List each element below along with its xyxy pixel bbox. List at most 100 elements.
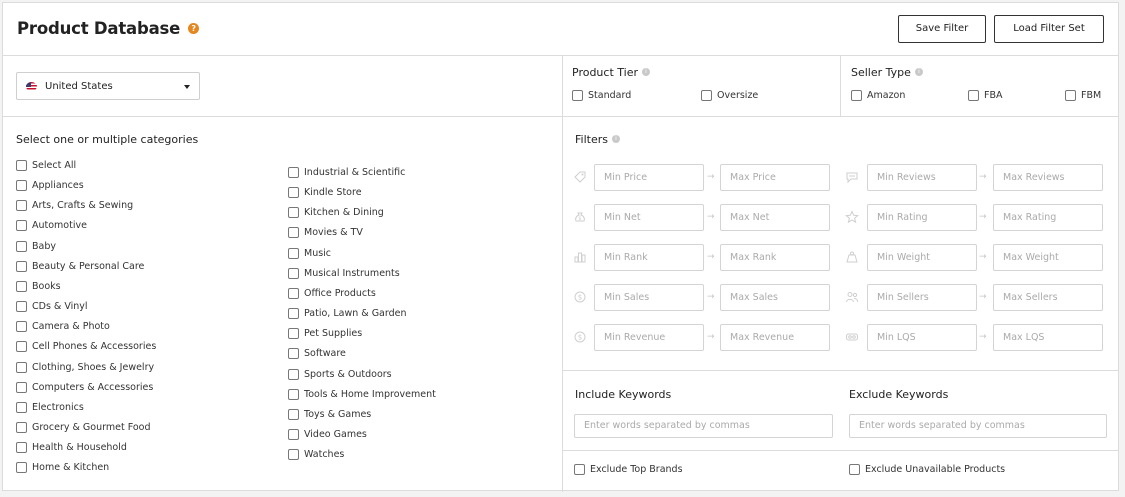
max-net-input[interactable]: Max Net: [720, 204, 830, 231]
info-icon[interactable]: i: [914, 68, 923, 76]
category-checkbox-industrial-and-scientific[interactable]: Industrial & Scientific: [288, 167, 405, 178]
checkbox-box[interactable]: [288, 207, 299, 219]
min-price-input[interactable]: Min Price: [594, 164, 704, 191]
max-rank-input[interactable]: Max Rank: [720, 244, 830, 271]
min-sellers-input[interactable]: Min Sellers: [867, 284, 977, 311]
checkbox-box[interactable]: [574, 464, 585, 475]
category-checkbox-kindle-store[interactable]: Kindle Store: [288, 187, 362, 199]
checkbox-box[interactable]: [16, 160, 27, 171]
marketplace-select[interactable]: United States: [16, 72, 200, 100]
category-checkbox-sports-and-outdoors[interactable]: Sports & Outdoors: [288, 368, 392, 380]
checkbox-box[interactable]: [849, 464, 860, 475]
exclude-top-brands-checkbox[interactable]: Exclude Top Brands: [574, 464, 683, 475]
min-sales-input[interactable]: Min Sales: [594, 284, 704, 311]
checkbox-box[interactable]: [288, 388, 299, 400]
checkbox-box[interactable]: [288, 308, 299, 320]
max-revenue-input[interactable]: Max Revenue: [720, 324, 830, 351]
category-checkbox-tools-and-home-improvement[interactable]: Tools & Home Improvement: [288, 388, 436, 400]
checkbox-box[interactable]: [288, 247, 299, 259]
category-checkbox-software[interactable]: Software: [288, 348, 346, 360]
category-checkbox-arts-crafts-and-sewing[interactable]: Arts, Crafts & Sewing: [16, 200, 133, 212]
checkbox-box[interactable]: [16, 381, 27, 393]
checkbox-box[interactable]: [288, 348, 299, 360]
category-checkbox-clothing-shoes-and-jewelry[interactable]: Clothing, Shoes & Jewelry: [16, 361, 154, 373]
checkbox-box[interactable]: [288, 368, 299, 380]
exclude-keywords-input[interactable]: Enter words separated by commas: [849, 414, 1107, 438]
checkbox-box[interactable]: [851, 90, 862, 101]
checkbox-box[interactable]: [288, 267, 299, 279]
checkbox-box[interactable]: [288, 449, 299, 461]
checkbox-box[interactable]: [1065, 90, 1076, 101]
category-checkbox-patio-lawn-and-garden[interactable]: Patio, Lawn & Garden: [288, 308, 407, 320]
exclude-unavailable-checkbox[interactable]: Exclude Unavailable Products: [849, 464, 1005, 475]
max-sales-input[interactable]: Max Sales: [720, 284, 830, 311]
checkbox-box[interactable]: [288, 167, 299, 178]
checkbox-box[interactable]: [288, 287, 299, 299]
checkbox-box[interactable]: [16, 421, 27, 433]
checkbox-box[interactable]: [288, 408, 299, 420]
category-checkbox-watches[interactable]: Watches: [288, 449, 344, 461]
checkbox-box[interactable]: [16, 462, 27, 474]
min-net-input[interactable]: Min Net: [594, 204, 704, 231]
checkbox-box[interactable]: [16, 361, 27, 373]
category-checkbox-beauty-and-personal-care[interactable]: Beauty & Personal Care: [16, 260, 144, 272]
checkbox-box[interactable]: [16, 401, 27, 413]
seller-fba-checkbox[interactable]: FBA: [968, 90, 1002, 101]
checkbox-box[interactable]: [968, 90, 979, 101]
seller-amazon-checkbox[interactable]: Amazon: [851, 90, 905, 101]
category-checkbox-video-games[interactable]: Video Games: [288, 428, 367, 440]
category-checkbox-office-products[interactable]: Office Products: [288, 287, 376, 299]
category-checkbox-toys-and-games[interactable]: Toys & Games: [288, 408, 371, 420]
min-rating-input[interactable]: Min Rating: [867, 204, 977, 231]
include-keywords-input[interactable]: Enter words separated by commas: [574, 414, 833, 438]
max-price-input[interactable]: Max Price: [720, 164, 830, 191]
checkbox-box[interactable]: [16, 220, 27, 232]
checkbox-box[interactable]: [16, 301, 27, 313]
checkbox-box[interactable]: [288, 227, 299, 239]
checkbox-box[interactable]: [16, 341, 27, 353]
category-checkbox-musical-instruments[interactable]: Musical Instruments: [288, 267, 400, 279]
max-rating-input[interactable]: Max Rating: [993, 204, 1103, 231]
category-checkbox-appliances[interactable]: Appliances: [16, 180, 84, 192]
checkbox-box[interactable]: [288, 428, 299, 440]
tier-oversize-checkbox[interactable]: Oversize: [701, 90, 758, 101]
category-checkbox-cds-and-vinyl[interactable]: CDs & Vinyl: [16, 301, 88, 313]
category-checkbox-books[interactable]: Books: [16, 280, 61, 292]
checkbox-box[interactable]: [16, 200, 27, 212]
checkbox-box[interactable]: [16, 321, 27, 333]
category-checkbox-kitchen-and-dining[interactable]: Kitchen & Dining: [288, 207, 384, 219]
category-checkbox-baby[interactable]: Baby: [16, 240, 56, 252]
min-rank-input[interactable]: Min Rank: [594, 244, 704, 271]
category-checkbox-electronics[interactable]: Electronics: [16, 401, 84, 413]
seller-fbm-checkbox[interactable]: FBM: [1065, 90, 1101, 101]
checkbox-box[interactable]: [16, 180, 27, 192]
category-checkbox-music[interactable]: Music: [288, 247, 331, 259]
info-icon[interactable]: i: [642, 68, 650, 76]
max-lqs-input[interactable]: Max LQS: [993, 324, 1103, 351]
min-weight-input[interactable]: Min Weight: [867, 244, 977, 271]
tier-standard-checkbox[interactable]: Standard: [572, 90, 631, 101]
category-checkbox-automotive[interactable]: Automotive: [16, 220, 87, 232]
category-checkbox-computers-and-accessories[interactable]: Computers & Accessories: [16, 381, 153, 393]
checkbox-box[interactable]: [288, 187, 299, 199]
category-checkbox-pet-supplies[interactable]: Pet Supplies: [288, 328, 362, 340]
load-filter-set-button[interactable]: Load Filter Set: [994, 15, 1104, 43]
category-checkbox-movies-and-tv[interactable]: Movies & TV: [288, 227, 363, 239]
checkbox-box[interactable]: [16, 260, 27, 272]
category-checkbox-camera-and-photo[interactable]: Camera & Photo: [16, 321, 110, 333]
min-revenue-input[interactable]: Min Revenue: [594, 324, 704, 351]
max-weight-input[interactable]: Max Weight: [993, 244, 1103, 271]
checkbox-box[interactable]: [288, 328, 299, 340]
category-checkbox-select-all[interactable]: Select All: [16, 160, 76, 171]
save-filter-button[interactable]: Save Filter: [898, 15, 986, 43]
category-checkbox-grocery-and-gourmet-food[interactable]: Grocery & Gourmet Food: [16, 421, 150, 433]
checkbox-box[interactable]: [16, 240, 27, 252]
category-checkbox-cell-phones-and-accessories[interactable]: Cell Phones & Accessories: [16, 341, 156, 353]
max-sellers-input[interactable]: Max Sellers: [993, 284, 1103, 311]
checkbox-box[interactable]: [16, 280, 27, 292]
checkbox-box[interactable]: [572, 90, 583, 101]
checkbox-box[interactable]: [701, 90, 712, 101]
checkbox-box[interactable]: [16, 442, 27, 454]
category-checkbox-health-and-household[interactable]: Health & Household: [16, 442, 127, 454]
min-lqs-input[interactable]: Min LQS: [867, 324, 977, 351]
